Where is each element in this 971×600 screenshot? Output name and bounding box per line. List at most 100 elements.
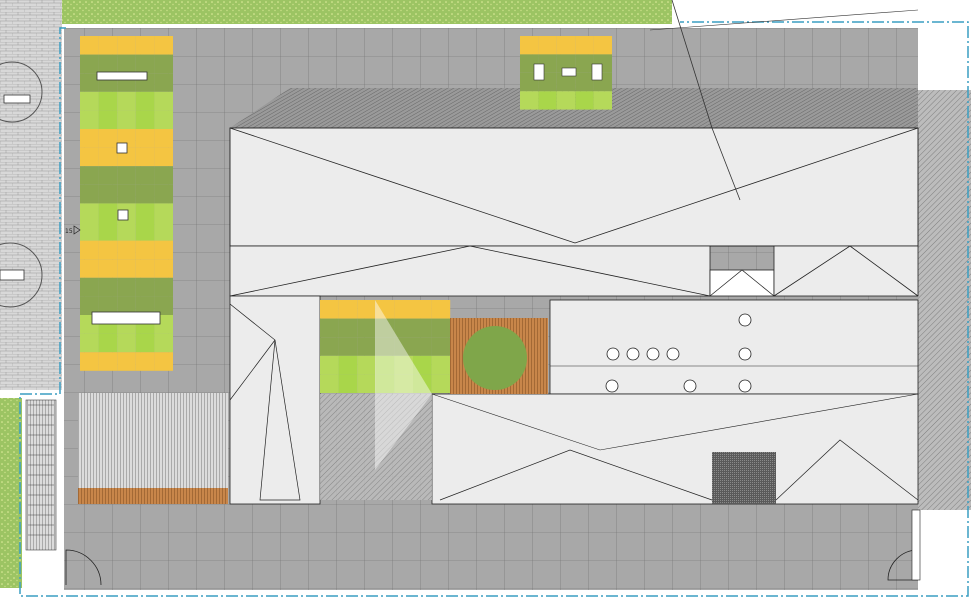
north-bench-2: [561, 67, 577, 77]
top-lawn: [60, 0, 672, 24]
garden-tile: [80, 54, 99, 74]
garden-tile: [135, 259, 155, 278]
skylight: [605, 379, 619, 393]
garden-tile: [117, 36, 136, 55]
garden-tile: [431, 355, 451, 375]
garden-tile: [80, 277, 99, 297]
garden-tile: [575, 36, 594, 55]
garden-tile: [320, 300, 339, 319]
garden-tile: [154, 352, 173, 371]
garden-tile: [338, 318, 358, 338]
garden-tile: [135, 203, 155, 222]
north-bench-1: [533, 63, 545, 81]
fitness-station-2: [117, 209, 129, 221]
garden-tile: [357, 337, 376, 356]
garden-tile: [357, 355, 376, 375]
garden-tile: [117, 333, 136, 353]
garden-tile: [135, 333, 155, 353]
garden-tile: [98, 147, 118, 167]
garden-tile: [135, 352, 155, 371]
garden-tile: [394, 318, 413, 338]
skylight: [626, 347, 640, 361]
garden-tile: [135, 166, 155, 185]
garden-tile: [320, 355, 339, 375]
garden-tile: [154, 222, 173, 241]
garden-tile: [154, 54, 173, 74]
garden-tile: [538, 36, 557, 55]
skylight: [646, 347, 660, 361]
terrace-decking: [78, 393, 228, 488]
garden-tile: [117, 352, 136, 371]
garden-tile: [154, 110, 173, 129]
level-label: 15: [65, 228, 73, 235]
garden-tile: [413, 300, 432, 319]
garden-tile: [98, 129, 118, 148]
garden-tile: [135, 147, 155, 167]
garden-tile: [80, 91, 99, 111]
garden-tile: [431, 318, 451, 338]
garden-tile: [98, 166, 118, 185]
garden-tile: [556, 91, 576, 110]
garden-tile: [338, 374, 358, 393]
garden-tile: [431, 374, 451, 393]
garden-tile: [98, 184, 118, 204]
garden-tile: [394, 300, 413, 319]
garden-tile: [338, 337, 358, 356]
north-diagonal-2: [649, 9, 919, 31]
garden-tile: [117, 54, 136, 74]
garden-tile: [98, 240, 118, 260]
garden-tile: [154, 36, 173, 55]
site-plan: 15: [0, 0, 971, 597]
garden-tile: [117, 240, 136, 260]
garden-tile: [154, 73, 173, 92]
skylight: [738, 347, 752, 361]
garden-tile: [98, 222, 118, 241]
garden-tile: [154, 203, 173, 222]
skylight: [738, 379, 752, 393]
garden-tile: [117, 91, 136, 111]
garden-tile: [80, 184, 99, 204]
garden-tile: [135, 184, 155, 204]
garden-tile: [80, 36, 99, 55]
garden-tile: [98, 91, 118, 111]
east-edge: [918, 90, 971, 510]
garden-tile: [593, 91, 612, 110]
fitness-bars: [91, 311, 161, 325]
green-strip: [0, 398, 22, 588]
garden-tile: [154, 259, 173, 278]
garden-tile: [98, 277, 118, 297]
garden-tile: [520, 36, 539, 55]
garden-tile: [80, 203, 99, 222]
garden-tile: [117, 184, 136, 204]
garden-tile: [320, 374, 339, 393]
garden-tile: [320, 337, 339, 356]
garden-tile: [593, 36, 612, 55]
garden-tile: [135, 129, 155, 148]
garden-tile: [135, 222, 155, 241]
garden-tile: [98, 54, 118, 74]
bench-bottom: [0, 269, 25, 281]
garden-tile: [154, 91, 173, 111]
brick-area: [0, 0, 62, 390]
bench-top: [3, 94, 31, 104]
garden-tile: [413, 337, 432, 356]
garden-tile: [135, 277, 155, 297]
fitness-station-1: [116, 142, 128, 154]
garden-tile: [98, 333, 118, 353]
garden-tile: [135, 91, 155, 111]
garden-tile: [135, 36, 155, 55]
garden-tile: [80, 352, 99, 371]
garden-tile: [357, 300, 376, 319]
north-bench-3: [591, 63, 603, 81]
garden-tile: [98, 352, 118, 371]
garden-tile: [80, 240, 99, 260]
garden-tile: [80, 129, 99, 148]
garden-tile: [98, 203, 118, 222]
garden-tile: [80, 222, 99, 241]
garden-tile: [117, 110, 136, 129]
garden-tile: [538, 91, 557, 110]
garden-tile: [357, 318, 376, 338]
garden-tile: [80, 166, 99, 185]
garden-tile: [154, 184, 173, 204]
garden-tile: [575, 72, 594, 92]
